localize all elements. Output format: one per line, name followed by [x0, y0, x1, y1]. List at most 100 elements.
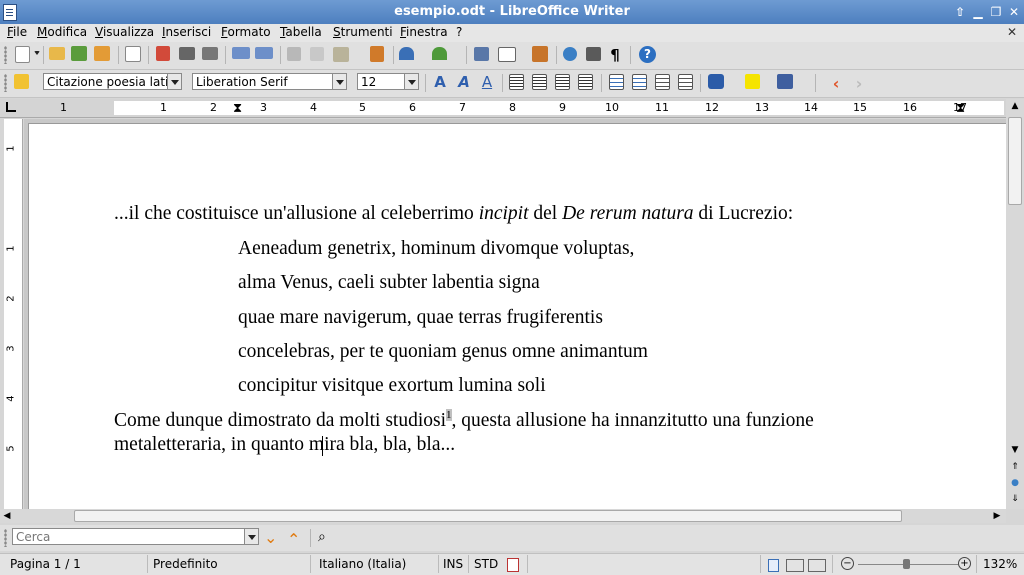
window-maximize-button[interactable]: ❐	[988, 4, 1004, 20]
scroll-left-icon[interactable]: ◀	[0, 509, 14, 523]
body-paragraph-line[interactable]: metaletteraria, in quanto mira bla, bla,…	[114, 434, 455, 456]
verse-line[interactable]: concipitur visitque exortum lumina soli	[238, 375, 546, 397]
clone-formatting-icon[interactable]	[370, 46, 384, 62]
search-input[interactable]: Cerca	[12, 528, 259, 545]
toolbar-grip[interactable]	[4, 529, 7, 547]
chevron-down-icon[interactable]	[332, 74, 346, 89]
undo-icon[interactable]	[399, 47, 414, 60]
zoom-in-icon[interactable]: +	[958, 557, 971, 570]
gallery-icon[interactable]	[586, 47, 601, 61]
redo-icon[interactable]	[432, 47, 447, 60]
copy-icon[interactable]	[310, 47, 324, 61]
menu-tabella[interactable]: Tabella	[280, 24, 322, 42]
vertical-scroll-thumb[interactable]	[1008, 117, 1022, 205]
toolbar-grip[interactable]	[4, 46, 7, 64]
zoom-level[interactable]: 132%	[983, 557, 1017, 571]
export-pdf-icon[interactable]	[156, 46, 170, 61]
underline-icon[interactable]: A	[478, 73, 496, 91]
verse-line[interactable]: alma Venus, caeli subter labentia signa	[238, 272, 540, 294]
scroll-down-icon[interactable]: ▼	[1008, 443, 1022, 457]
language-indicator[interactable]: Italiano (Italia)	[319, 557, 406, 571]
menu-file[interactable]: File	[7, 24, 27, 42]
body-paragraph-line[interactable]: Come dunque dimostrato da molti studiosi…	[114, 409, 814, 432]
hyperlink-icon[interactable]	[474, 47, 489, 61]
page-style[interactable]: Predefinito	[153, 557, 218, 571]
chevron-down-icon[interactable]	[244, 529, 258, 544]
next-page-icon[interactable]: ⇓	[1008, 492, 1022, 506]
highlighting-icon[interactable]	[745, 74, 760, 89]
single-page-view-icon[interactable]	[768, 559, 779, 572]
background-color-icon[interactable]	[777, 74, 793, 89]
styles-and-formatting-icon[interactable]	[14, 74, 29, 89]
selection-mode-indicator[interactable]: STD	[474, 557, 498, 571]
save-icon[interactable]	[71, 46, 87, 61]
scroll-up-icon[interactable]: ▲	[1008, 99, 1022, 113]
align-right-icon[interactable]	[555, 74, 570, 90]
zoom-slider-handle[interactable]	[903, 559, 910, 569]
menu-formato[interactable]: Formato	[221, 24, 271, 42]
autospellcheck-icon[interactable]	[255, 47, 273, 59]
page-indicator[interactable]: Pagina 1 / 1	[10, 557, 81, 571]
book-view-icon[interactable]	[808, 559, 826, 572]
menu-help[interactable]: ?	[456, 24, 462, 42]
formatting-marks-icon[interactable]: ¶	[608, 46, 622, 64]
navigator-icon[interactable]	[563, 47, 577, 61]
vertical-ruler[interactable]: 1 1 2 3 4 5	[4, 119, 23, 509]
navigation-icon[interactable]: ●	[1008, 476, 1022, 490]
document-area[interactable]: ...il che costituisce un'allusione al ce…	[24, 119, 1006, 509]
align-left-icon[interactable]	[509, 74, 524, 90]
open-folder-icon[interactable]	[49, 47, 65, 60]
paste-icon[interactable]	[333, 47, 349, 62]
numbering-icon[interactable]	[609, 74, 624, 90]
menu-inserisci[interactable]: Inserisci	[162, 24, 211, 42]
find-and-replace-icon[interactable]: ⌕	[318, 529, 326, 545]
window-minimize-button[interactable]: ▁	[970, 4, 986, 20]
justify-icon[interactable]	[578, 74, 593, 90]
bullets-icon[interactable]	[632, 74, 647, 90]
verse-line[interactable]: concelebras, per te quoniam genus omne a…	[238, 341, 648, 363]
toolbar-grip[interactable]	[4, 74, 7, 92]
decrease-indent-icon[interactable]	[655, 74, 670, 90]
menu-modifica[interactable]: Modifica	[37, 24, 87, 42]
chevron-right-icon[interactable]: ›	[850, 74, 868, 93]
help-icon[interactable]: ?	[639, 46, 656, 63]
menu-visualizza[interactable]: Visualizza	[95, 24, 154, 42]
increase-indent-icon[interactable]	[678, 74, 693, 90]
chevron-left-icon[interactable]: ‹	[827, 74, 845, 93]
verse-line[interactable]: quae mare navigerum, quae terras frugife…	[238, 307, 603, 329]
edit-file-icon[interactable]	[125, 46, 141, 62]
scroll-right-icon[interactable]: ▶	[990, 509, 1004, 523]
document-close-button[interactable]: ✕	[1004, 24, 1020, 40]
align-center-icon[interactable]	[532, 74, 547, 90]
window-close-button[interactable]: ✕	[1006, 4, 1022, 20]
insert-mode-indicator[interactable]: INS	[443, 557, 463, 571]
horizontal-ruler[interactable]: 1 1 2 3 4 5 6 7 8 9 10 11 12 13 14 15 16…	[0, 99, 1006, 118]
indent-marker-icon[interactable]: ⧗	[233, 101, 242, 116]
menu-strumenti[interactable]: Strumenti	[333, 24, 393, 42]
right-indent-marker-icon[interactable]: ⧗	[956, 101, 965, 116]
vertical-scrollbar[interactable]: ▲ ▼ ⇑ ● ⇓	[1006, 99, 1024, 509]
verse-line[interactable]: Aeneadum genetrix, hominum divomque volu…	[238, 238, 634, 260]
new-dropdown-icon[interactable]	[34, 51, 40, 55]
horizontal-scrollbar[interactable]: ◀ ▶	[0, 509, 1006, 523]
show-draw-functions-icon[interactable]	[532, 46, 548, 62]
font-size-combo[interactable]: 12	[357, 73, 419, 90]
font-name-combo[interactable]: Liberation Serif	[192, 73, 347, 90]
spellcheck-icon[interactable]	[232, 47, 250, 59]
export-icon[interactable]	[94, 46, 110, 61]
tab-stop-icon[interactable]	[6, 102, 16, 112]
chevron-down-icon[interactable]	[404, 74, 418, 89]
previous-page-icon[interactable]: ⇑	[1008, 460, 1022, 474]
multi-page-view-icon[interactable]	[786, 559, 804, 572]
menu-finestra[interactable]: Finestra	[400, 24, 448, 42]
intro-paragraph[interactable]: ...il che costituisce un'allusione al ce…	[114, 203, 793, 225]
print-icon[interactable]	[179, 47, 195, 60]
font-color-icon[interactable]	[708, 74, 724, 89]
print-preview-icon[interactable]	[202, 47, 218, 60]
zoom-out-icon[interactable]: −	[841, 557, 854, 570]
find-next-icon[interactable]: ⌄	[264, 528, 277, 547]
paragraph-style-combo[interactable]: Citazione poesia latin	[43, 73, 182, 90]
italic-icon[interactable]: A	[455, 73, 473, 91]
find-previous-icon[interactable]: ⌃	[287, 530, 300, 549]
horizontal-scroll-thumb[interactable]	[74, 510, 902, 522]
